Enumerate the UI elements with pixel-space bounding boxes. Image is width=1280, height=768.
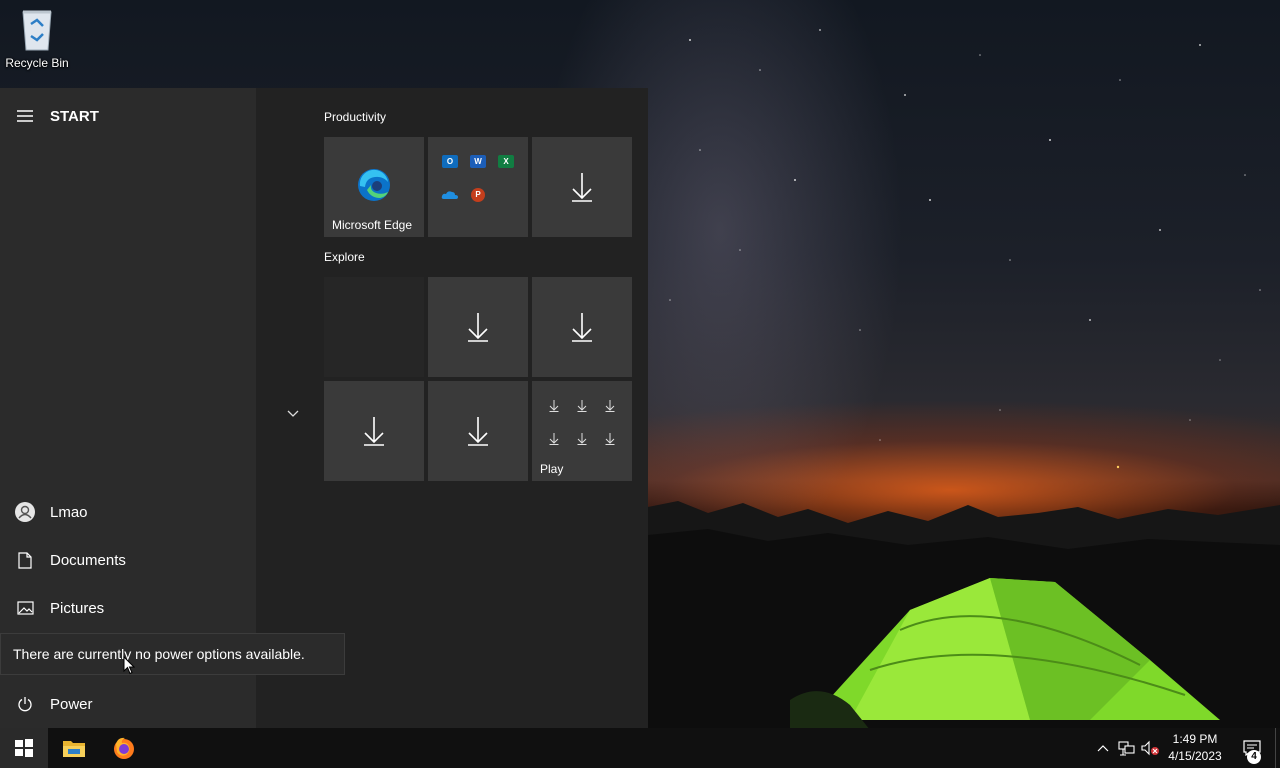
chevron-up-icon: [1097, 745, 1109, 752]
notification-badge: 4: [1247, 750, 1261, 764]
powerpoint-icon: P: [471, 187, 485, 202]
download-arrow-icon: [468, 313, 488, 342]
clock[interactable]: 1:49 PM 4/15/2023: [1164, 731, 1226, 765]
volume-button[interactable]: [1139, 728, 1163, 768]
tiles-area: Productivity Microsoft Edge O W X P Expl…: [256, 88, 648, 728]
chevron-down-icon[interactable]: [287, 410, 299, 418]
tile-label-edge: Microsoft Edge: [332, 218, 413, 232]
start-menu-toggle[interactable]: START: [0, 94, 256, 138]
tent: [790, 578, 1220, 730]
user-name: Lmao: [50, 503, 88, 521]
download-arrow-icon: [468, 417, 488, 446]
start-button[interactable]: [0, 728, 48, 768]
picture-icon: [0, 601, 50, 615]
hamburger-icon: [0, 110, 50, 122]
group-label-productivity: Productivity: [324, 110, 387, 124]
tile-label-play: Play: [540, 462, 564, 476]
network-button[interactable]: [1115, 728, 1139, 768]
download-arrow-icon: [577, 400, 587, 412]
word-icon: W: [470, 155, 486, 168]
tile-download-2[interactable]: [428, 277, 528, 377]
outlook-icon: O: [442, 155, 458, 168]
file-explorer-button[interactable]: [50, 728, 98, 768]
user-avatar-icon: [0, 502, 50, 522]
excel-icon: X: [498, 155, 514, 168]
mouse-cursor: [123, 656, 135, 675]
sidebar-item-documents[interactable]: Documents: [0, 538, 256, 582]
tile-office-apps[interactable]: O W X P: [428, 137, 528, 237]
firefox-icon: [114, 737, 134, 759]
download-arrow-icon: [577, 433, 587, 445]
clock-time: 1:49 PM: [1172, 732, 1218, 746]
power-icon: [0, 696, 50, 712]
edge-icon: [358, 169, 390, 201]
tile-play-folder[interactable]: Play: [532, 381, 632, 481]
download-arrow-icon: [572, 313, 592, 342]
recycle-bin-shortcut[interactable]: Recycle Bin: [4, 6, 70, 70]
download-arrow-icon: [549, 400, 559, 412]
download-arrow-icon: [605, 400, 615, 412]
recycle-bin-icon: [22, 10, 52, 51]
onedrive-icon: [441, 191, 458, 199]
sidebar-item-user[interactable]: Lmao: [0, 490, 256, 534]
document-icon: [0, 551, 50, 569]
clock-date: 4/15/2023: [1168, 749, 1222, 763]
recycle-bin-label: Recycle Bin: [5, 56, 69, 70]
show-hidden-icons-button[interactable]: [1091, 728, 1115, 768]
start-title: START: [50, 107, 99, 125]
start-menu: START Lmao Documents Pictures Power Prod…: [0, 88, 648, 728]
windows-logo-icon: [15, 739, 33, 757]
tile-download-3[interactable]: [532, 277, 632, 377]
office-apps-group: O W X P: [436, 145, 520, 205]
folder-icon: [63, 741, 85, 757]
show-desktop-button[interactable]: [1275, 728, 1280, 768]
power-label: Power: [50, 695, 93, 713]
download-arrow-icon: [364, 417, 384, 446]
tile-download-4[interactable]: [324, 381, 424, 481]
start-sidebar: START Lmao Documents Pictures Power: [0, 88, 256, 728]
pictures-label: Pictures: [50, 599, 105, 617]
tile-empty: [324, 277, 424, 377]
firefox-button[interactable]: [100, 728, 148, 768]
volume-muted-icon: [1141, 740, 1159, 756]
taskbar: 1:49 PM 4/15/2023 4: [0, 728, 1280, 768]
tile-download-1[interactable]: [532, 137, 632, 237]
network-icon: [1118, 741, 1135, 756]
download-arrow-icon: [549, 433, 559, 445]
documents-label: Documents: [50, 551, 126, 569]
download-arrow-icon: [572, 173, 592, 202]
sidebar-item-power[interactable]: Power: [0, 682, 256, 726]
sidebar-item-pictures[interactable]: Pictures: [0, 586, 256, 630]
tile-microsoft-edge[interactable]: Microsoft Edge: [324, 137, 424, 237]
tile-download-5[interactable]: [428, 381, 528, 481]
download-arrow-icon: [605, 433, 615, 445]
group-label-explore: Explore: [324, 250, 365, 264]
play-folder-icon: [540, 389, 624, 449]
power-tooltip: There are currently no power options ava…: [0, 633, 345, 675]
